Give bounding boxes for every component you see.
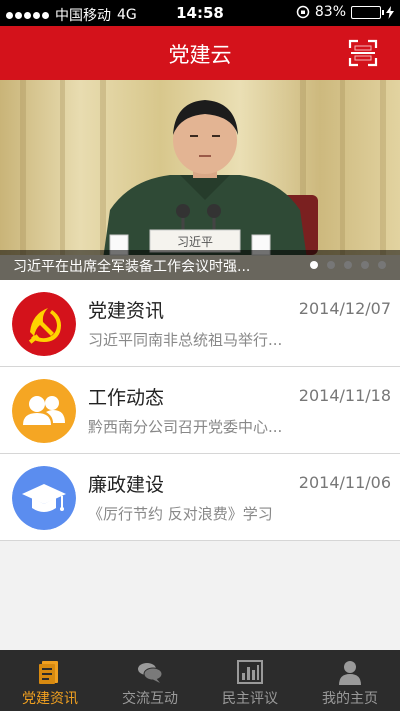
scan-icon	[348, 39, 378, 67]
list-item-party-news[interactable]: 党建资讯 2014/12/07 习近平同南非总统祖马举行...	[0, 280, 400, 367]
tab-label: 党建资讯	[22, 691, 78, 707]
chat-icon	[138, 663, 163, 683]
item-title: 廉政建设	[88, 474, 165, 496]
news-banner-carousel[interactable]: 习近平 习近平在出席全军装备工作会议时强...	[0, 80, 400, 280]
party-emblem-icon	[12, 292, 76, 356]
carousel-dot[interactable]	[310, 261, 318, 269]
status-right: 83%	[296, 4, 394, 20]
tab-party-news[interactable]: 党建资讯	[0, 650, 100, 711]
tab-democratic-review[interactable]: 民主评议	[200, 650, 300, 711]
list-item-work-updates[interactable]: 工作动态 2014/11/18 黔西南分公司召开党委中心...	[0, 367, 400, 454]
category-list: 党建资讯 2014/12/07 习近平同南非总统祖马举行... 工作动态 201…	[0, 280, 400, 541]
item-date: 2014/12/07	[298, 299, 391, 318]
carousel-dot[interactable]	[378, 261, 386, 269]
orientation-lock-icon	[296, 5, 310, 19]
carousel-dot[interactable]	[327, 261, 335, 269]
carousel-page-indicator[interactable]	[310, 261, 386, 269]
user-icon	[339, 661, 361, 685]
carousel-dot[interactable]	[344, 261, 352, 269]
item-date: 2014/11/18	[298, 386, 391, 405]
tab-label: 交流互动	[122, 691, 178, 707]
page-title: 党建云	[168, 43, 232, 67]
graduation-cap-icon	[12, 466, 76, 530]
item-desc: 《厉行节约 反对浪费》学习	[88, 505, 273, 523]
status-bar: 中国移动 4G 14:58 83%	[0, 0, 400, 26]
battery-icon	[351, 5, 384, 19]
bottom-tab-bar: 党建资讯 交流互动 民主评议 我的主页	[0, 650, 400, 711]
scan-button[interactable]	[348, 39, 378, 67]
tab-my-homepage[interactable]: 我的主页	[300, 650, 400, 711]
item-title: 党建资讯	[88, 300, 165, 322]
charging-icon	[386, 5, 394, 19]
item-desc: 黔西南分公司召开党委中心...	[88, 418, 283, 436]
banner-caption: 习近平在出席全军装备工作会议时强...	[13, 259, 251, 275]
carousel-dot[interactable]	[361, 261, 369, 269]
tab-label: 我的主页	[322, 691, 378, 707]
tab-communication[interactable]: 交流互动	[100, 650, 200, 711]
banner-nameplate: 习近平	[177, 235, 213, 249]
bar-chart-icon	[237, 660, 263, 684]
banner-caption-bar: 习近平在出席全军装备工作会议时强...	[0, 250, 400, 280]
people-icon	[12, 379, 76, 443]
item-date: 2014/11/06	[298, 473, 391, 492]
tab-label: 民主评议	[222, 691, 278, 707]
list-item-integrity[interactable]: 廉政建设 2014/11/06 《厉行节约 反对浪费》学习	[0, 454, 400, 541]
battery-percent: 83%	[314, 4, 346, 20]
document-icon	[39, 661, 58, 684]
app-header: 党建云	[0, 26, 400, 80]
item-title: 工作动态	[88, 387, 165, 409]
item-desc: 习近平同南非总统祖马举行...	[88, 331, 283, 349]
